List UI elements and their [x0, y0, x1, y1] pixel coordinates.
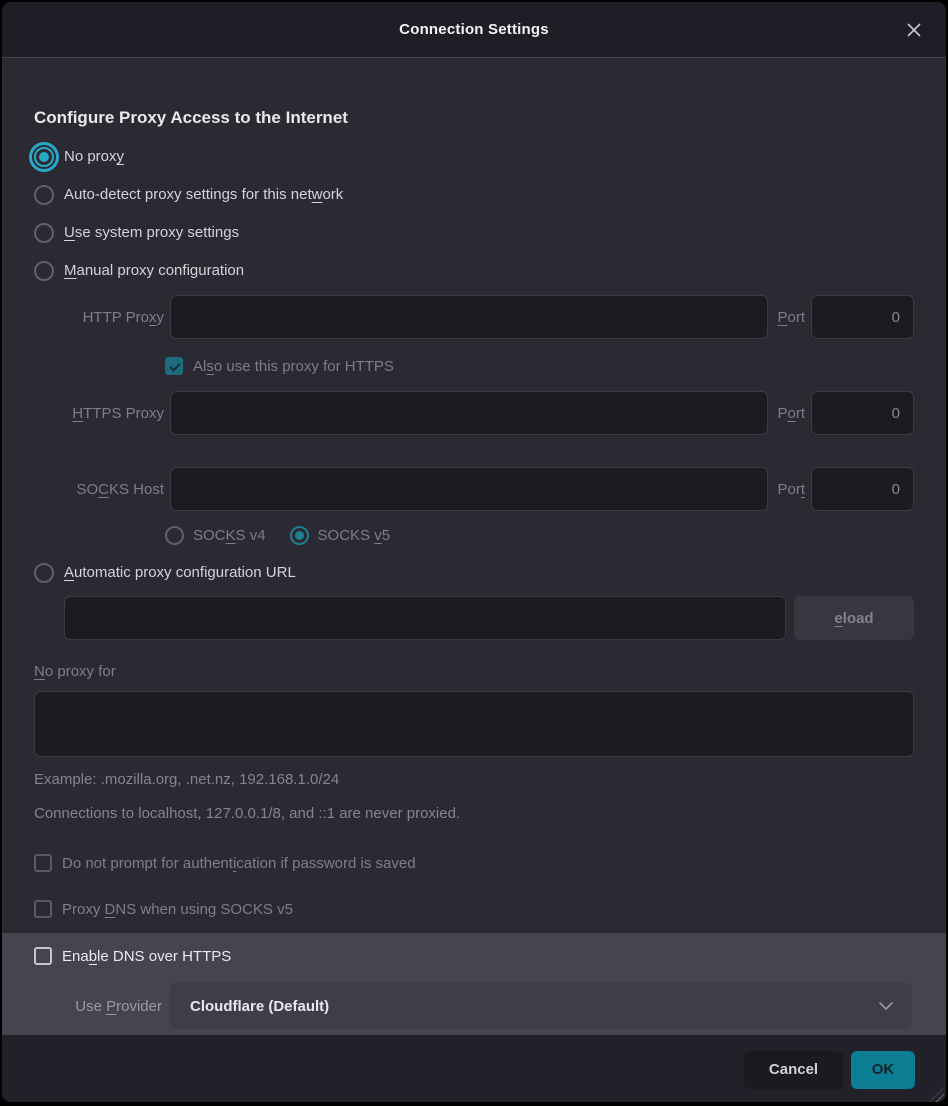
socks-port-input[interactable] [811, 467, 914, 511]
socks-host-label: SOCKS Host [34, 481, 164, 498]
ok-button[interactable]: OK [851, 1051, 915, 1089]
radio-socks-v4[interactable] [165, 526, 184, 545]
no-proxy-example-text: Example: .mozilla.org, .net.nz, 192.168.… [34, 768, 914, 791]
radio-system-proxy[interactable] [34, 223, 54, 243]
https-port-label: Port [777, 405, 805, 422]
socks-v4-label: SOCKS v4 [193, 524, 266, 547]
socks-version-row: SOCKS v4 SOCKS v5 [165, 523, 914, 547]
radio-row-auto-detect[interactable]: Auto-detect proxy settings for this netw… [34, 183, 914, 206]
page-title: Configure Proxy Access to the Internet [34, 106, 914, 129]
dialog-titlebar: Connection Settings [2, 2, 946, 58]
checkbox-proxy-dns[interactable] [34, 900, 52, 918]
provider-select[interactable]: Cloudflare (Default) [170, 983, 912, 1029]
also-https-row[interactable]: Also use this proxy for HTTPS [165, 354, 914, 378]
proxy-dns-label: Proxy DNS when using SOCKS v5 [62, 898, 293, 921]
radio-label-no-proxy: No proxy [64, 145, 124, 168]
http-proxy-input[interactable] [170, 295, 768, 339]
no-proxy-for-textarea[interactable] [34, 691, 914, 757]
no-prompt-auth-label: Do not prompt for authentication if pass… [62, 852, 416, 875]
radio-manual-proxy[interactable] [34, 261, 54, 281]
doh-highlight-section: Enable DNS over HTTPS Use Provider Cloud… [2, 933, 946, 1035]
radio-label-manual-proxy: Manual proxy configuration [64, 259, 244, 282]
provider-selected-value: Cloudflare (Default) [190, 998, 878, 1015]
radio-row-manual-proxy[interactable]: Manual proxy configuration [34, 259, 914, 282]
radio-row-no-proxy[interactable]: No proxy [34, 145, 914, 168]
https-proxy-label: HTTPS Proxy [34, 405, 164, 422]
radio-label-auto-detect: Auto-detect proxy settings for this netw… [64, 183, 343, 206]
http-port-input[interactable] [811, 295, 914, 339]
no-proxy-for-label: No proxy for [34, 660, 914, 683]
chevron-down-icon [878, 1001, 894, 1011]
socks-v5-label: SOCKS v5 [318, 524, 391, 547]
enable-doh-row[interactable]: Enable DNS over HTTPS [30, 944, 914, 968]
use-provider-label: Use Provider [34, 998, 162, 1015]
socks-host-row: SOCKS Host Port [34, 467, 914, 511]
radio-socks-v5[interactable] [290, 526, 309, 545]
checkbox-enable-doh[interactable] [34, 947, 52, 965]
no-prompt-auth-row[interactable]: Do not prompt for authentication if pass… [34, 851, 914, 875]
socks-host-input[interactable] [170, 467, 768, 511]
https-proxy-input[interactable] [170, 391, 768, 435]
https-port-input[interactable] [811, 391, 914, 435]
also-https-label: Also use this proxy for HTTPS [193, 355, 394, 378]
radio-auto-detect[interactable] [34, 185, 54, 205]
resize-grip[interactable] [929, 1087, 944, 1102]
radio-label-system-proxy: Use system proxy settings [64, 221, 239, 244]
checkbox-no-prompt-auth[interactable] [34, 854, 52, 872]
auto-url-row: eload [64, 596, 914, 640]
close-icon [905, 21, 923, 39]
cancel-button[interactable]: Cancel [744, 1051, 843, 1089]
radio-row-system-proxy[interactable]: Use system proxy settings [34, 221, 914, 244]
close-button[interactable] [900, 16, 928, 44]
radio-auto-url[interactable] [34, 563, 54, 583]
radio-no-proxy[interactable] [34, 147, 54, 167]
dialog-content: Configure Proxy Access to the Internet N… [2, 58, 946, 933]
checkbox-also-https[interactable] [165, 357, 183, 375]
auto-config-url-input[interactable] [64, 596, 786, 640]
dialog-footer: Cancel OK [2, 1035, 946, 1102]
proxy-dns-row[interactable]: Proxy DNS when using SOCKS v5 [34, 897, 914, 921]
localhost-note-text: Connections to localhost, 127.0.0.1/8, a… [34, 802, 914, 825]
connection-settings-dialog: Connection Settings Configure Proxy Acce… [2, 2, 946, 1102]
radio-row-auto-url[interactable]: Automatic proxy configuration URL [34, 561, 914, 584]
socks-port-label: Port [777, 481, 805, 498]
provider-row: Use Provider Cloudflare (Default) [34, 983, 914, 1029]
dialog-title: Connection Settings [399, 21, 549, 38]
radio-label-auto-url: Automatic proxy configuration URL [64, 561, 296, 584]
enable-doh-label: Enable DNS over HTTPS [62, 945, 231, 968]
https-proxy-row: HTTPS Proxy Port [34, 391, 914, 435]
http-proxy-row: HTTP Proxy Port [34, 295, 914, 339]
reload-button[interactable]: eload [794, 596, 914, 640]
http-proxy-label: HTTP Proxy [34, 309, 164, 326]
http-port-label: Port [777, 309, 805, 326]
